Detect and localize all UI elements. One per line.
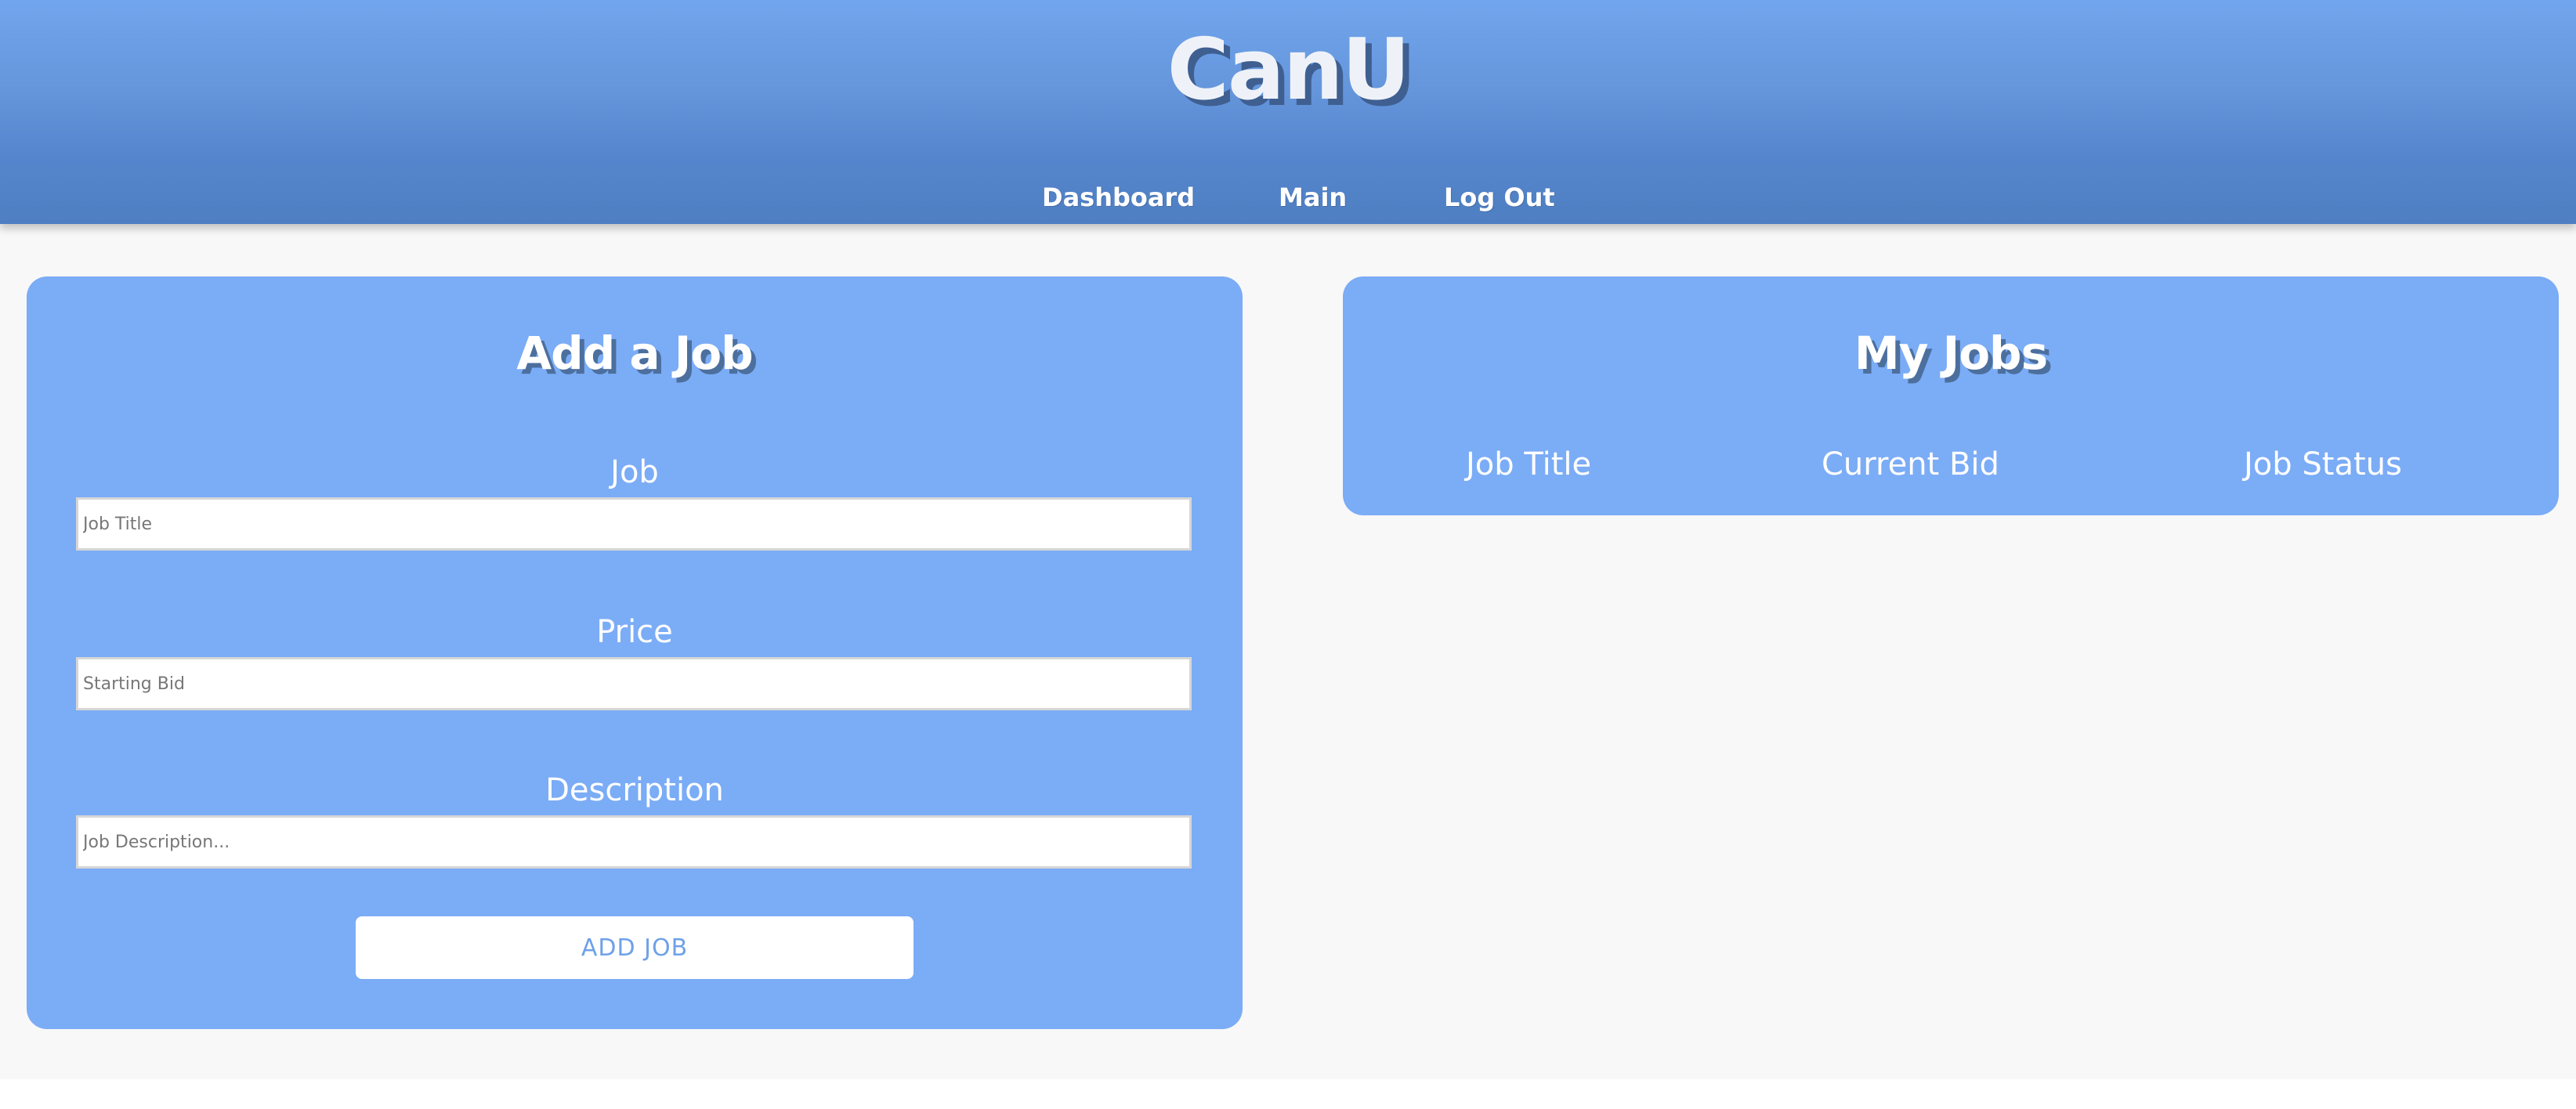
job-field-label: Job <box>610 454 659 490</box>
nav-dashboard-link[interactable]: Dashboard <box>1042 180 1195 215</box>
nav-logout-link[interactable]: Log Out <box>1444 180 1555 215</box>
add-job-button[interactable]: ADD JOB <box>356 916 914 979</box>
column-header-job-status: Job Status <box>2244 446 2402 482</box>
column-header-current-bid: Current Bid <box>1822 446 1999 482</box>
job-title-input[interactable] <box>76 497 1192 551</box>
description-field-label: Description <box>545 772 724 808</box>
my-jobs-card: My Jobs Job Title Current Bid Job Status <box>1343 276 2559 515</box>
starting-bid-input[interactable] <box>76 657 1192 710</box>
my-jobs-title: My Jobs <box>1854 327 2048 380</box>
main-nav: Dashboard Main Log Out <box>0 180 2576 215</box>
app-header: CanU Dashboard Main Log Out <box>0 0 2576 224</box>
add-job-title: Add a Job <box>516 327 753 380</box>
add-job-card: Add a Job Job Price Description ADD JOB <box>27 276 1243 1029</box>
price-field-label: Price <box>596 614 673 650</box>
job-description-input[interactable] <box>76 815 1192 869</box>
column-header-job-title: Job Title <box>1466 446 1592 482</box>
main-content: Add a Job Job Price Description ADD JOB … <box>0 224 2576 1079</box>
nav-main-link[interactable]: Main <box>1279 180 1347 215</box>
brand-logo[interactable]: CanU <box>0 23 2576 117</box>
